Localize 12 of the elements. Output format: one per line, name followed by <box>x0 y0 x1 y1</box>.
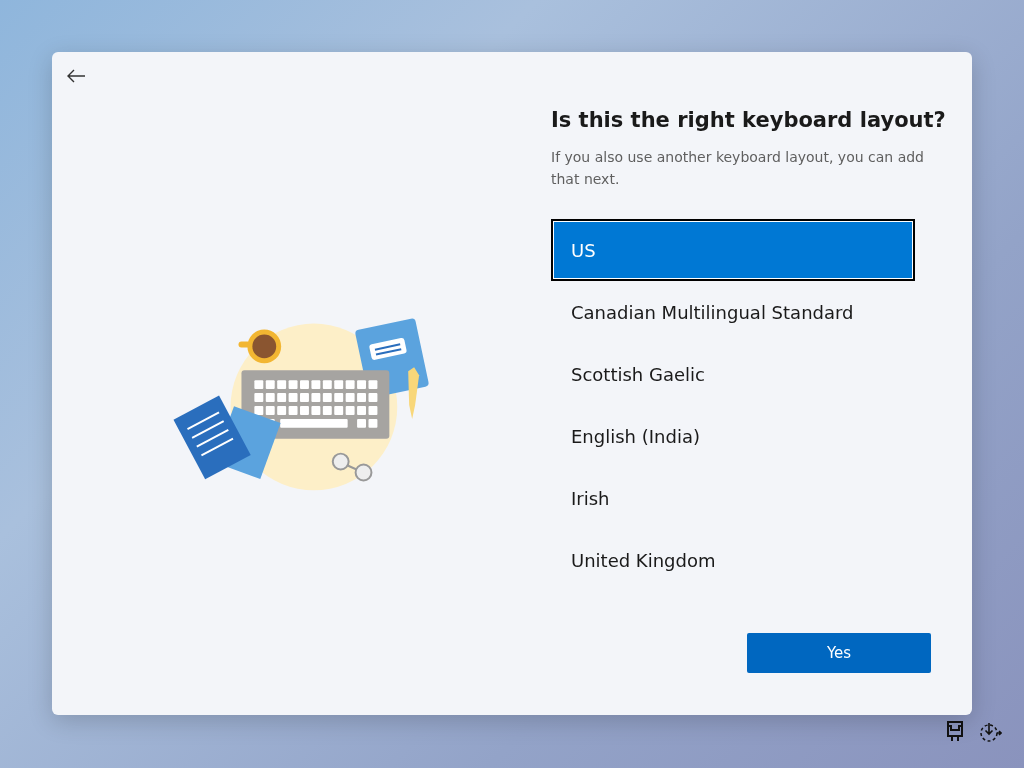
layout-option[interactable]: Scottish Gaelic <box>551 343 915 405</box>
layout-option[interactable]: US <box>551 219 915 281</box>
page-subtitle: If you also use another keyboard layout, you can add that next. <box>551 148 925 189</box>
layout-option[interactable]: United Kingdom <box>551 529 915 591</box>
power-download-icon[interactable] <box>978 721 1002 743</box>
accessibility-icon[interactable] <box>946 720 964 744</box>
back-arrow-icon <box>66 68 86 84</box>
yes-button[interactable]: Yes <box>747 633 931 673</box>
layout-option[interactable]: Irish <box>551 467 915 529</box>
page-title: Is this the right keyboard layout? <box>551 108 947 132</box>
layout-option[interactable]: Canadian Multilingual Standard <box>551 281 915 343</box>
layout-option[interactable]: English (India) <box>551 405 915 467</box>
